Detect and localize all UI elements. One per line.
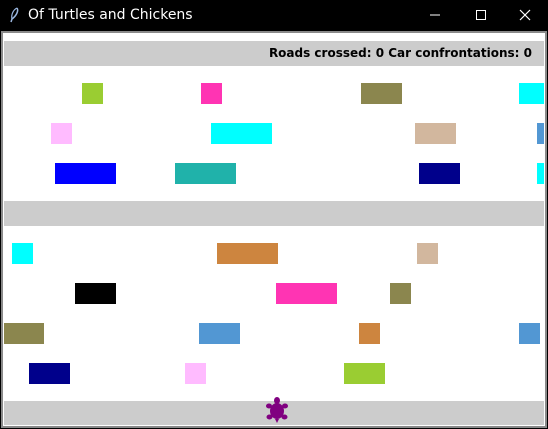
car [12,243,33,264]
car [4,323,44,344]
car [29,363,70,384]
close-button[interactable] [502,0,548,30]
car [344,363,385,384]
car [211,123,272,144]
sidewalk-middle [4,201,544,226]
car [359,323,380,344]
car [51,123,72,144]
window-title: Of Turtles and Chickens [28,7,193,23]
car [519,323,540,344]
car [519,83,544,104]
maximize-button[interactable] [458,0,504,30]
minimize-button[interactable] [412,0,458,30]
car [415,123,456,144]
car [201,83,222,104]
score-display: Roads crossed: 0 Car confrontations: 0 [268,46,532,60]
car [419,163,460,184]
car [82,83,103,104]
car [175,163,236,184]
car [185,363,206,384]
car [390,283,411,304]
car [361,83,402,104]
car [417,243,438,264]
car [537,163,544,184]
feather-icon [10,7,19,23]
close-icon [519,9,531,21]
car [537,123,544,144]
car [199,323,240,344]
maximize-icon [476,10,486,20]
minimize-icon [430,14,440,16]
car [217,243,278,264]
car [75,283,116,304]
turtle-player[interactable] [266,397,288,423]
title-bar[interactable]: Of Turtles and Chickens [0,0,548,30]
game-field[interactable]: Roads crossed: 0 Car confrontations: 0 [4,35,544,425]
car [276,283,337,304]
car [55,163,116,184]
